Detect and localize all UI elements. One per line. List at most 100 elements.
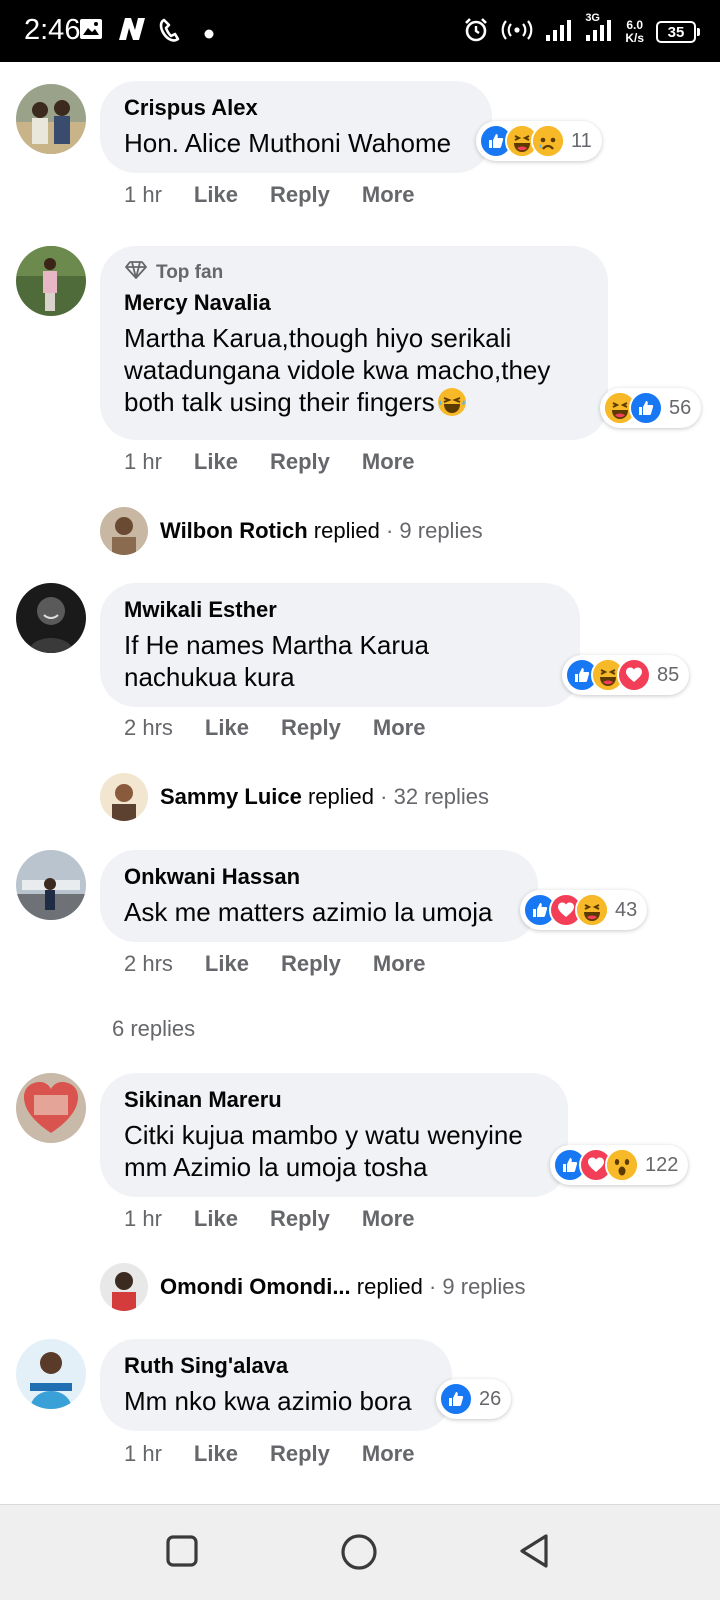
- avatar: [100, 773, 148, 821]
- replied-label: replied: [313, 518, 380, 543]
- reaction-count: 56: [669, 396, 692, 419]
- alarm-icon: [463, 17, 489, 48]
- more-button[interactable]: More: [362, 449, 415, 475]
- comment-bubble[interactable]: Crispus Alex Hon. Alice Muthoni Wahome: [100, 81, 492, 173]
- like-button[interactable]: Like: [194, 1206, 238, 1232]
- more-button[interactable]: More: [362, 1206, 415, 1232]
- reaction-count: 11: [571, 129, 592, 152]
- reply-button[interactable]: Reply: [281, 951, 341, 977]
- commenter-name[interactable]: Ruth Sing'alava: [124, 1351, 428, 1381]
- comment-text-body: Martha Karua,though hiyo serikali watadu…: [124, 323, 551, 417]
- comment-bubble[interactable]: Ruth Sing'alava Mm nko kwa azimio bora: [100, 1339, 452, 1431]
- comment-actions: 1 hr Like Reply More: [124, 1206, 414, 1232]
- comment-actions: 2 hrs Like Reply More: [124, 951, 425, 977]
- diamond-icon: [124, 260, 148, 286]
- comment-text: Hon. Alice Muthoni Wahome: [124, 128, 452, 158]
- recents-button[interactable]: [164, 1533, 200, 1574]
- more-button[interactable]: More: [373, 951, 426, 977]
- reaction-summary[interactable]: 85: [562, 655, 690, 695]
- reaction-summary[interactable]: 26: [436, 1379, 512, 1419]
- comment-actions: 1 hr Like Reply More: [124, 449, 414, 475]
- avatar[interactable]: [16, 1073, 86, 1143]
- commenter-name[interactable]: Onkwani Hassan: [124, 862, 514, 892]
- comment-bubble[interactable]: Top fan Mercy Navalia Martha Karua,thoug…: [100, 246, 608, 440]
- comment-time[interactable]: 1 hr: [124, 1206, 162, 1232]
- back-button[interactable]: [516, 1533, 552, 1574]
- avatar: [100, 1263, 148, 1311]
- comment-text: Citki kujua mambo y watu wenyine mm Azim…: [124, 1120, 523, 1182]
- reply-button[interactable]: Reply: [281, 715, 341, 741]
- top-fan-label: Top fan: [156, 262, 224, 283]
- commenter-name[interactable]: Mercy Navalia: [124, 288, 584, 318]
- comment-text: If He names Martha Karua nachukua kura: [124, 630, 429, 692]
- comment-actions: 1 hr Like Reply More: [124, 182, 414, 208]
- status-bar: 2:46 3G 6.0 K/s 35: [0, 0, 720, 62]
- like-icon: [439, 1382, 473, 1416]
- avatar[interactable]: [16, 84, 86, 154]
- commenter-name[interactable]: Crispus Alex: [124, 93, 468, 123]
- more-button[interactable]: More: [362, 1441, 415, 1467]
- reaction-count: 122: [645, 1153, 679, 1176]
- top-fan-badge: Top fan: [124, 258, 584, 288]
- commenter-name[interactable]: Mwikali Esther: [124, 595, 556, 625]
- signal-icon-1: [545, 18, 573, 47]
- like-button[interactable]: Like: [194, 449, 238, 475]
- reply-count: · 32 replies: [380, 784, 489, 809]
- comment-time[interactable]: 2 hrs: [124, 715, 173, 741]
- comment-text: Mm nko kwa azimio bora: [124, 1386, 412, 1416]
- more-button[interactable]: More: [373, 715, 426, 741]
- avatar[interactable]: [16, 850, 86, 920]
- signal-icon-2: 3G: [585, 12, 613, 47]
- view-replies-link[interactable]: Omondi Omondi... replied · 9 replies: [100, 1263, 526, 1311]
- laughing-emoji-icon: [437, 387, 467, 424]
- reply-button[interactable]: Reply: [270, 1206, 330, 1232]
- reaction-summary[interactable]: 56: [600, 388, 702, 428]
- gallery-icon: [78, 16, 104, 47]
- comment-bubble[interactable]: Onkwani Hassan Ask me matters azimio la …: [100, 850, 538, 942]
- love-icon: [617, 658, 651, 692]
- system-nav-bar: [0, 1504, 720, 1600]
- speed-unit: K/s: [625, 31, 644, 45]
- home-button[interactable]: [340, 1533, 378, 1576]
- view-replies-link[interactable]: Wilbon Rotich replied · 9 replies: [100, 507, 483, 555]
- reply-button[interactable]: Reply: [270, 1441, 330, 1467]
- reaction-summary[interactable]: 11: [476, 121, 602, 161]
- more-button[interactable]: More: [362, 182, 415, 208]
- reaction-count: 85: [657, 663, 680, 686]
- sad-icon: [531, 124, 565, 158]
- comment-bubble[interactable]: Sikinan Mareru Citki kujua mambo y watu …: [100, 1073, 568, 1197]
- view-replies-link[interactable]: Sammy Luice replied · 32 replies: [100, 773, 489, 821]
- notification-dot-icon: [204, 26, 214, 44]
- replied-label: replied: [356, 1274, 423, 1299]
- like-button[interactable]: Like: [194, 1441, 238, 1467]
- avatar[interactable]: [16, 1339, 86, 1409]
- commenter-name[interactable]: Sikinan Mareru: [124, 1085, 544, 1115]
- hotspot-icon: [501, 19, 533, 46]
- comment-actions: 2 hrs Like Reply More: [124, 715, 425, 741]
- wow-icon: [605, 1148, 639, 1182]
- comments-feed[interactable]: Crispus Alex Hon. Alice Muthoni Wahome 1…: [0, 64, 720, 1504]
- reply-button[interactable]: Reply: [270, 449, 330, 475]
- view-more-replies-link[interactable]: 6 replies: [112, 1016, 195, 1042]
- status-right-group: 3G 6.0 K/s 35: [463, 12, 700, 52]
- avatar[interactable]: [16, 246, 86, 316]
- replier-name: Wilbon Rotich: [160, 518, 308, 543]
- comment-actions: 1 hr Like Reply More: [124, 1441, 414, 1467]
- comment-time[interactable]: 2 hrs: [124, 951, 173, 977]
- reply-button[interactable]: Reply: [270, 182, 330, 208]
- comment-time[interactable]: 1 hr: [124, 182, 162, 208]
- comment-time[interactable]: 1 hr: [124, 1441, 162, 1467]
- avatar[interactable]: [16, 583, 86, 653]
- reply-count: · 9 replies: [428, 1274, 526, 1299]
- avatar: [100, 507, 148, 555]
- reaction-count: 26: [479, 1387, 502, 1410]
- n-app-icon: [116, 16, 148, 47]
- haha-icon: [575, 893, 609, 927]
- reaction-summary[interactable]: 43: [520, 890, 648, 930]
- like-button[interactable]: Like: [194, 182, 238, 208]
- reaction-summary[interactable]: 122: [550, 1145, 689, 1185]
- comment-bubble[interactable]: Mwikali Esther If He names Martha Karua …: [100, 583, 580, 707]
- comment-time[interactable]: 1 hr: [124, 449, 162, 475]
- like-button[interactable]: Like: [205, 951, 249, 977]
- like-button[interactable]: Like: [205, 715, 249, 741]
